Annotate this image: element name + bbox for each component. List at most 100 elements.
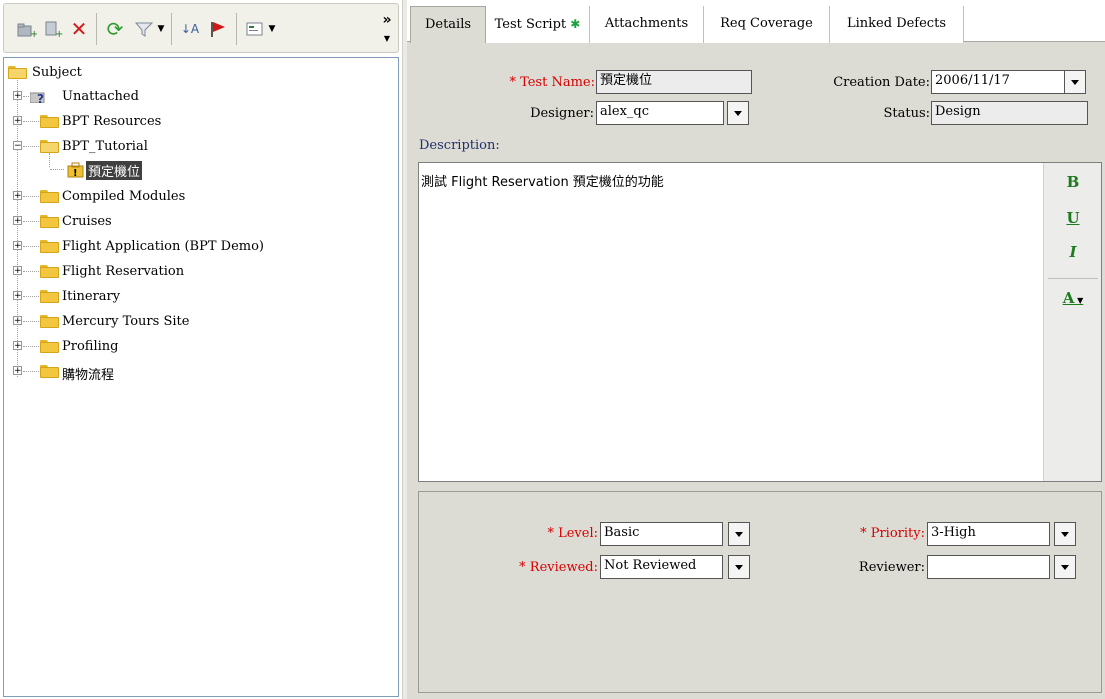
sort-button[interactable]: ↓A — [178, 17, 202, 41]
svg-text:+: + — [30, 29, 37, 38]
expand-toggle[interactable]: + — [13, 291, 22, 301]
expand-toggle[interactable]: + — [13, 191, 22, 201]
tree-item-label: BPT_Tutorial — [62, 139, 148, 154]
expand-toggle[interactable]: + — [13, 116, 22, 126]
creation-date-dropdown-button[interactable] — [1064, 70, 1086, 94]
refresh-button[interactable]: ⟳ — [103, 17, 127, 41]
expand-toggle[interactable]: + — [13, 91, 22, 101]
expand-toggle[interactable]: + — [13, 316, 22, 326]
expand-toggle[interactable]: + — [13, 216, 22, 226]
designer-field[interactable]: alex_qc — [596, 101, 724, 125]
tab-label: Attachments — [604, 16, 689, 31]
tree-root[interactable]: Subject — [4, 63, 384, 83]
test-icon: ! — [67, 162, 84, 178]
tree-item[interactable]: + ? Unattached — [4, 87, 384, 107]
description-editor[interactable]: 測試 Flight Reservation 預定機位的功能 — [418, 162, 1102, 482]
filter-icon — [134, 22, 154, 37]
new-folder-button[interactable]: + — [16, 17, 38, 41]
folder-icon — [40, 365, 59, 378]
folder-icon — [40, 340, 59, 353]
designer-dropdown-button[interactable] — [727, 101, 749, 125]
level-dropdown-button[interactable] — [728, 522, 750, 546]
folder-icon — [40, 115, 59, 128]
svg-text:!: ! — [73, 168, 78, 178]
toolbar-separator — [96, 13, 97, 45]
tree-item-label: BPT Resources — [62, 114, 162, 129]
svg-text:?: ? — [37, 92, 44, 103]
font-color-icon: A — [1062, 289, 1075, 307]
expand-toggle[interactable]: + — [13, 266, 22, 276]
new-test-icon: + — [45, 21, 63, 38]
priority-dropdown-button[interactable] — [1054, 522, 1076, 546]
tree-item[interactable]: + Mercury Tours Site — [4, 312, 384, 332]
tree-item[interactable]: − BPT_Tutorial — [4, 137, 384, 157]
tab-attachments[interactable]: Attachments — [590, 6, 704, 43]
refresh-icon: ⟳ — [106, 17, 124, 41]
test-name-label-text: Test Name: — [520, 75, 595, 90]
new-folder-icon: + — [17, 23, 37, 38]
tab-label: Req Coverage — [720, 16, 813, 31]
tab-req-coverage[interactable]: Req Coverage — [704, 6, 830, 43]
tree-item-selected[interactable]: ! 預定機位 — [4, 160, 384, 180]
reviewed-label-text: Reviewed: — [529, 560, 598, 575]
underline-icon: U — [1066, 209, 1080, 227]
toolbar-overflow-arrow[interactable]: ▼ — [382, 26, 392, 50]
tree-item-label: Flight Application (BPT Demo) — [62, 239, 264, 254]
tree-item[interactable]: + Flight Application (BPT Demo) — [4, 237, 384, 257]
tree-item[interactable]: + 購物流程 — [4, 362, 384, 383]
folder-icon — [40, 265, 59, 278]
flag-icon — [211, 22, 225, 37]
reviewer-field[interactable] — [927, 555, 1050, 579]
tree-item[interactable]: + Itinerary — [4, 287, 384, 307]
modified-star-icon: ✱ — [570, 17, 581, 31]
delete-button[interactable]: ✕ — [68, 17, 90, 41]
designer-label: Designer: — [530, 106, 594, 121]
font-color-button[interactable]: A ▼ — [1044, 289, 1102, 307]
tree-item[interactable]: + Flight Reservation — [4, 262, 384, 282]
creation-date-field[interactable]: 2006/11/17 — [931, 70, 1065, 94]
filter-dropdown-arrow[interactable]: ▼ — [156, 17, 166, 41]
reviewer-dropdown-button[interactable] — [1054, 555, 1076, 579]
view-dropdown-arrow[interactable]: ▼ — [267, 17, 277, 41]
test-plan-tree[interactable]: Subject + ? Unattached + BPT Resources −… — [3, 57, 399, 697]
tree-item-label: Profiling — [62, 339, 119, 354]
underline-button[interactable]: U — [1044, 209, 1102, 227]
folder-icon — [40, 315, 59, 328]
reviewer-label: Reviewer: — [858, 560, 925, 575]
folder-icon — [40, 290, 59, 303]
tab-test-script[interactable]: Test Script ✱ — [486, 6, 590, 43]
reviewed-dropdown-button[interactable] — [728, 555, 750, 579]
priority-label: * Priority: — [840, 526, 925, 541]
level-label: * Level: — [520, 526, 598, 541]
test-name-field[interactable]: 預定機位 — [596, 70, 752, 94]
expand-toggle[interactable]: + — [13, 241, 22, 251]
tree-item[interactable]: + Profiling — [4, 337, 384, 357]
required-mark: * — [519, 560, 526, 575]
level-field[interactable]: Basic — [600, 522, 723, 546]
tree-item-label: 預定機位 — [86, 161, 143, 180]
test-name-label: * Test Name: — [495, 75, 595, 90]
view-button[interactable] — [244, 17, 266, 41]
required-mark: * — [860, 526, 867, 541]
filter-button[interactable] — [132, 17, 156, 41]
reviewed-field[interactable]: Not Reviewed — [600, 555, 723, 579]
open-folder-icon — [8, 66, 27, 79]
required-mark: * — [547, 526, 554, 541]
tree-toolbar: + + ✕ ⟳ ▼ ↓A ▼ » ▼ — [3, 3, 399, 53]
open-folder-icon — [40, 140, 59, 153]
flag-button[interactable] — [206, 17, 230, 41]
new-test-button[interactable]: + — [42, 17, 64, 41]
bold-button[interactable]: B — [1044, 173, 1102, 191]
tab-details[interactable]: Details — [410, 6, 486, 43]
expand-toggle[interactable]: + — [13, 366, 22, 376]
tree-item[interactable]: + Compiled Modules — [4, 187, 384, 207]
priority-field[interactable]: 3-High — [927, 522, 1050, 546]
tree-item[interactable]: + BPT Resources — [4, 112, 384, 132]
italic-button[interactable]: I — [1044, 243, 1102, 261]
description-text: 測試 Flight Reservation 預定機位的功能 — [421, 175, 664, 190]
collapse-toggle[interactable]: − — [13, 141, 22, 151]
expand-toggle[interactable]: + — [13, 341, 22, 351]
tab-linked-defects[interactable]: Linked Defects — [830, 6, 964, 43]
tree-item[interactable]: + Cruises — [4, 212, 384, 232]
tree-item-label: Mercury Tours Site — [62, 314, 190, 329]
